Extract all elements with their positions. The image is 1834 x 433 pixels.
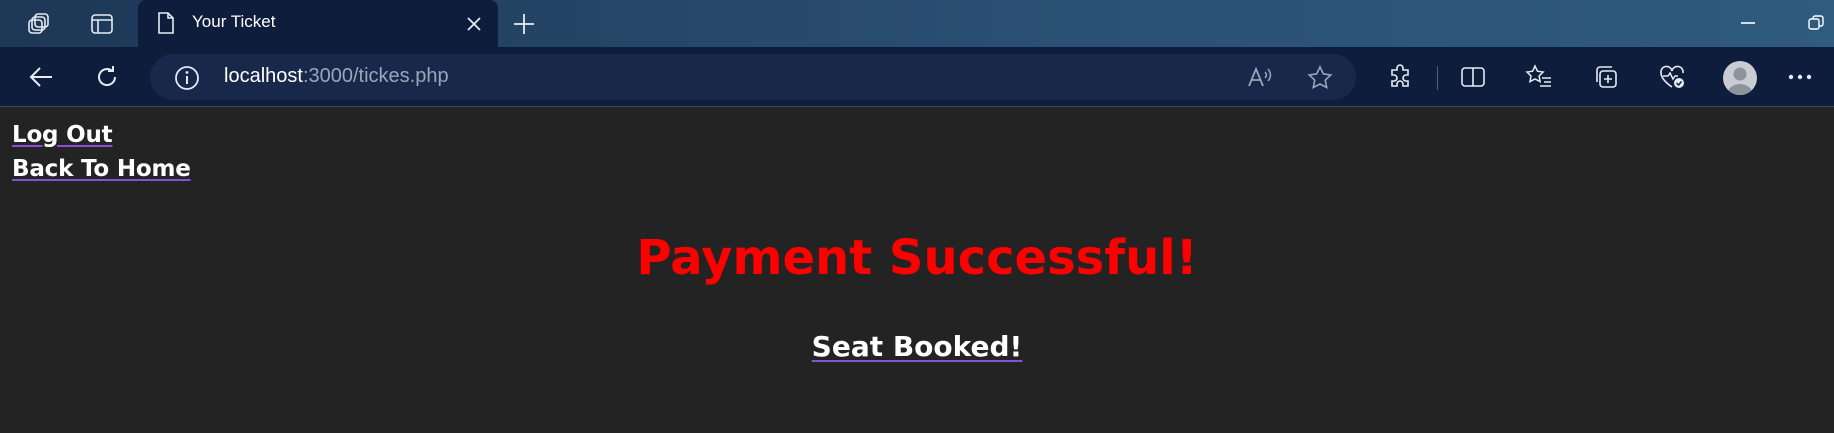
close-icon[interactable] <box>462 12 486 36</box>
back-arrow-icon[interactable] <box>22 58 60 96</box>
page-content: Log Out Back To Home Payment Successful!… <box>0 108 1834 433</box>
plus-icon[interactable] <box>508 8 540 40</box>
url-host: localhost <box>224 65 303 87</box>
seat-booked-heading: Seat Booked! <box>0 330 1834 363</box>
read-aloud-icon[interactable] <box>1247 65 1273 91</box>
tab-title: Your Ticket <box>192 12 276 31</box>
star-icon[interactable] <box>1307 65 1333 91</box>
tab-your-ticket[interactable]: Your Ticket <box>138 0 498 47</box>
tab-actions-icon[interactable] <box>17 6 61 42</box>
tab-bar: Your Ticket <box>0 0 1834 47</box>
document-icon <box>156 11 176 40</box>
split-screen-icon[interactable] <box>1457 61 1489 93</box>
browser-toolbar: localhost:3000/tickes.php <box>0 47 1834 107</box>
back-to-home-link[interactable]: Back To Home <box>12 156 191 182</box>
logout-link[interactable]: Log Out <box>12 122 113 148</box>
puzzle-icon[interactable] <box>1384 61 1416 93</box>
toolbar-separator <box>1437 66 1438 90</box>
payment-successful-heading: Payment Successful! <box>636 230 1198 286</box>
restore-icon[interactable] <box>1798 10 1834 36</box>
refresh-icon[interactable] <box>88 58 126 96</box>
collections-icon[interactable] <box>1590 61 1622 93</box>
seat-booked-link[interactable]: Seat Booked! <box>812 330 1023 363</box>
vertical-tabs-icon[interactable] <box>80 6 124 42</box>
profile-avatar-icon[interactable] <box>1723 61 1757 95</box>
favorites-list-icon[interactable] <box>1523 61 1555 93</box>
browser-essentials-icon[interactable] <box>1656 61 1688 93</box>
minimize-icon[interactable] <box>1728 10 1768 36</box>
address-bar[interactable]: localhost:3000/tickes.php <box>150 54 1356 100</box>
url-text[interactable]: localhost:3000/tickes.php <box>224 65 449 88</box>
info-icon[interactable] <box>174 65 200 96</box>
more-menu-icon[interactable] <box>1784 61 1816 93</box>
url-path: :3000/tickes.php <box>302 65 449 87</box>
